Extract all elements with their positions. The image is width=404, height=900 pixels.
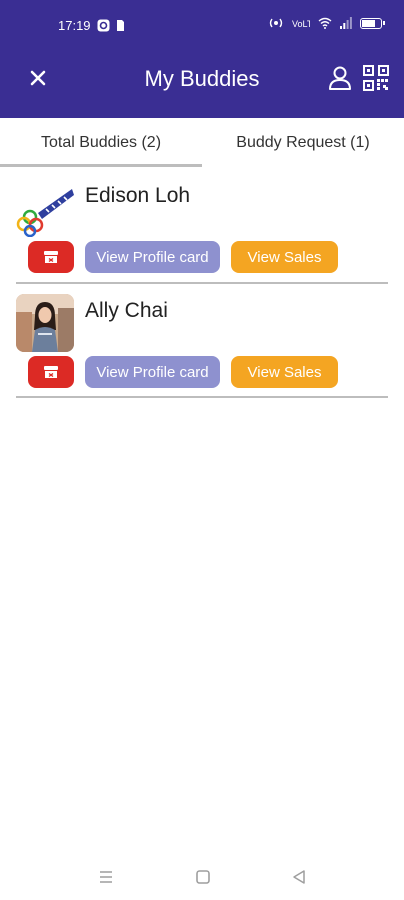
system-nav-bar [0, 852, 404, 900]
home-icon [196, 870, 210, 884]
buddy-name: Edison Loh [85, 184, 191, 207]
view-profile-card-button[interactable]: View Profile card [85, 356, 220, 388]
tab-total-buddies-label: Total Buddies (2) [40, 134, 162, 151]
back-button[interactable] [288, 866, 310, 888]
sim-icon [116, 19, 125, 32]
archive-delete-icon [44, 251, 58, 263]
divider [16, 396, 388, 398]
archive-delete-icon [44, 366, 58, 378]
volte-icon: VoLTE [292, 17, 310, 29]
back-icon [293, 870, 305, 884]
menu-icon [100, 871, 112, 883]
menu-button[interactable] [95, 866, 117, 888]
status-time: 17:19 [58, 18, 91, 33]
profile-button[interactable] [326, 64, 354, 92]
wifi-icon [318, 17, 332, 29]
list-item: Edison Loh View Profile card View Sales [16, 177, 388, 284]
buddy-name: Ally Chai [85, 299, 168, 322]
tab-indicator [0, 164, 202, 167]
qr-code-icon [363, 65, 389, 91]
status-bar: 17:19 VoLTE [0, 0, 404, 42]
tab-buddy-request-label: Buddy Request (1) [236, 134, 370, 151]
view-sales-button[interactable]: View Sales [231, 356, 338, 388]
divider [16, 282, 388, 284]
battery-icon [360, 17, 385, 29]
qr-code-button[interactable] [362, 64, 390, 92]
home-button[interactable] [192, 866, 214, 888]
view-profile-card-button[interactable]: View Profile card [85, 241, 220, 273]
view-sales-button[interactable]: View Sales [231, 241, 338, 273]
tab-buddy-request[interactable]: Buddy Request (1) [202, 118, 404, 168]
focus-icon [97, 19, 110, 32]
app-bar: My Buddies [0, 42, 404, 118]
signal-icon [340, 17, 352, 29]
avatar [16, 294, 74, 352]
hotspot-icon [268, 17, 284, 29]
person-icon [329, 66, 351, 90]
delete-button[interactable] [28, 356, 74, 388]
avatar [16, 179, 74, 237]
list-item: Ally Chai View Profile card View Sales [16, 292, 388, 398]
tab-total-buddies[interactable]: Total Buddies (2) [0, 118, 202, 168]
svg-text:VoLTE: VoLTE [292, 19, 310, 29]
battery-level [362, 19, 375, 27]
delete-button[interactable] [28, 241, 74, 273]
tab-bar: Total Buddies (2) Buddy Request (1) [0, 118, 404, 168]
